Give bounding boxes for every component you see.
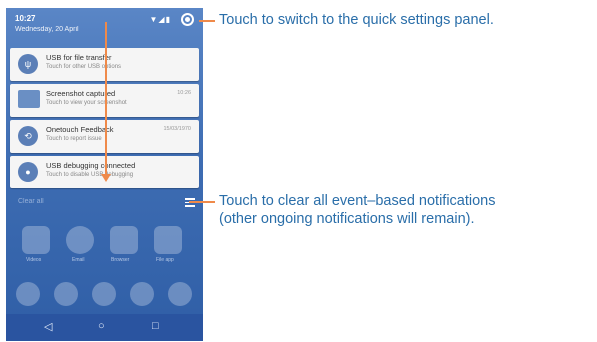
back-icon[interactable]: ◁ <box>44 320 52 333</box>
swipe-down-arrowhead <box>101 174 111 182</box>
app-videos-icon[interactable] <box>22 226 50 254</box>
status-time: 10:27 <box>15 14 36 23</box>
callout-quick-settings: Touch to switch to the quick settings pa… <box>219 12 494 28</box>
app-browser-icon[interactable] <box>110 226 138 254</box>
dock-contacts-icon[interactable] <box>130 282 154 306</box>
callout-leader-quick-settings <box>199 20 215 22</box>
navigation-bar: ◁ ○ □ <box>6 314 203 341</box>
app-email-icon[interactable] <box>66 226 94 254</box>
notification-title: Onetouch Feedback <box>46 125 114 134</box>
notification-time: 15/03/1970 <box>163 126 191 132</box>
dock-messages-icon[interactable] <box>54 282 78 306</box>
dock-apps-icon[interactable] <box>92 282 116 306</box>
notification-subtitle: Touch to disable USB debugging <box>46 172 134 178</box>
notification-subtitle: Touch for other USB options <box>46 64 122 70</box>
clear-all-bar: Clear all <box>10 192 199 212</box>
home-icon[interactable]: ○ <box>98 320 105 332</box>
status-date: Wednesday, 20 April <box>15 26 79 33</box>
notification-title: USB debugging connected <box>46 161 136 170</box>
usb-icon: ψ <box>18 54 38 74</box>
callout-clear-all-line1: Touch to clear all event–based notificat… <box>219 193 496 209</box>
app-file-icon[interactable] <box>154 226 182 254</box>
dock-phone-icon[interactable] <box>16 282 40 306</box>
quick-settings-toggle-icon[interactable] <box>181 13 194 26</box>
notification-subtitle: Touch to report issue <box>46 136 102 142</box>
debug-icon: ● <box>18 162 38 182</box>
screenshot-icon <box>18 90 40 108</box>
feedback-icon: ⟲ <box>18 126 38 146</box>
system-status-icons: ▼◢▮ <box>149 15 171 24</box>
app-label: Browser <box>111 257 130 263</box>
app-label: Email <box>72 257 85 263</box>
notification-subtitle: Touch to view your screenshot <box>46 100 127 106</box>
notification-title: USB for file transfer <box>46 53 112 62</box>
callout-clear-all-line2: (other ongoing notifications will remain… <box>219 211 475 227</box>
callout-leader-clear-all <box>189 201 215 203</box>
clear-all-icon[interactable] <box>185 198 195 207</box>
clear-all-label: Clear all <box>18 198 44 205</box>
phone-screen: 10:27 Wednesday, 20 April ▼◢▮ ψ USB for … <box>6 8 203 341</box>
dock-camera-icon[interactable] <box>168 282 192 306</box>
recents-icon[interactable]: □ <box>152 320 159 332</box>
swipe-down-arrow <box>105 22 107 177</box>
app-label: File app <box>156 257 174 263</box>
notification-time: 10:26 <box>177 90 191 96</box>
app-label: Videos <box>26 257 42 263</box>
